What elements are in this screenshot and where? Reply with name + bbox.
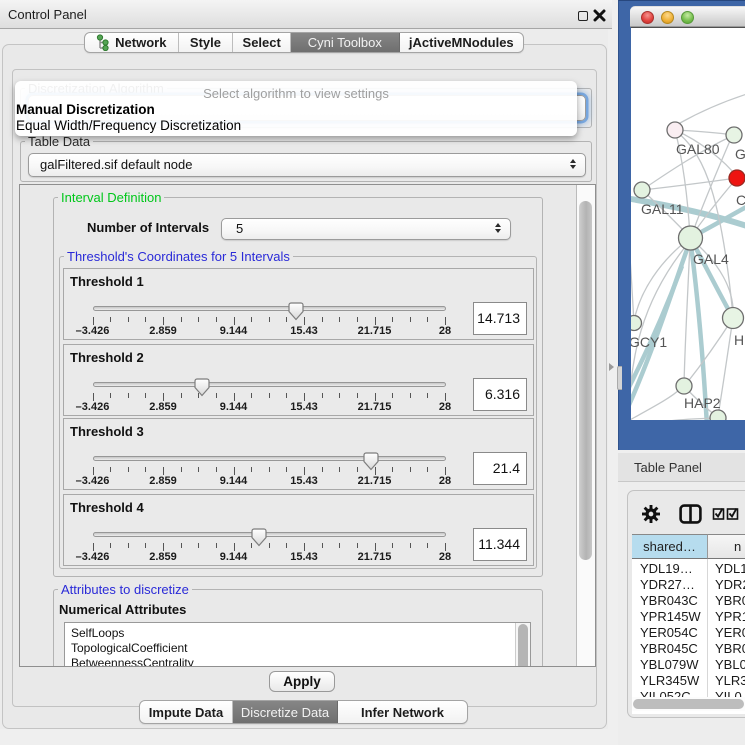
svg-text:C: C: [736, 192, 745, 208]
svg-text:GAL4: GAL4: [693, 251, 729, 267]
svg-text:GA: GA: [735, 146, 745, 162]
svg-text:GAL80: GAL80: [676, 141, 720, 157]
svg-text:GCY1: GCY1: [631, 334, 667, 350]
svg-text:GAL11: GAL11: [641, 201, 684, 217]
svg-text:HAP2: HAP2: [684, 395, 721, 411]
svg-text:H: H: [734, 332, 744, 348]
